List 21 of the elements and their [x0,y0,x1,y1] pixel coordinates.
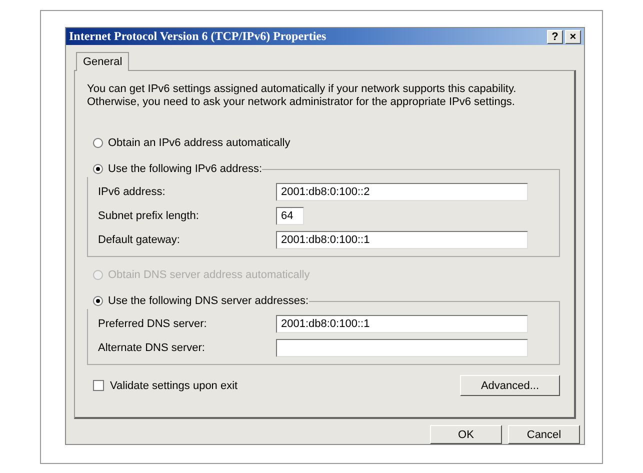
dialog-button[interactable]: Cancel [508,425,580,444]
radio-label[interactable]: Use the following IPv6 address: [108,163,262,176]
field-label: Subnet prefix length: [98,210,200,222]
close-button[interactable]: × [565,30,581,44]
field-label: Default gateway: [98,234,181,246]
checkbox-label[interactable]: Validate settings upon exit [110,380,238,392]
input-field[interactable]: 2001:db8:0:100::2 [276,183,528,202]
help-button[interactable]: ? [547,30,563,44]
field-label: Preferred DNS server: [98,318,208,330]
input-field[interactable]: 64 [276,207,304,226]
input-field[interactable]: 2001:db8:0:100::1 [276,231,528,250]
window-title: Internet Protocol Version 6 (TCP/IPv6) Properties [69,29,328,44]
description-text: You can get IPv6 settings assigned automatically if your network supports this capability. Otherwise, you need to ask your network administrator for the appropriate IPv6 settings. [87,83,518,110]
input-field[interactable]: 2001:db8:0:100::1 [276,315,528,334]
radio-label[interactable]: Obtain an IPv6 address automatically [108,137,290,150]
advanced-button[interactable]: Advanced... [460,375,560,396]
field-label: Alternate DNS server: [98,342,206,354]
field-label: IPv6 address: [98,186,166,198]
radio-label[interactable]: Use the following DNS server addresses: [108,295,309,308]
tab[interactable]: General [76,52,130,72]
dialog-button[interactable]: OK [430,425,502,444]
